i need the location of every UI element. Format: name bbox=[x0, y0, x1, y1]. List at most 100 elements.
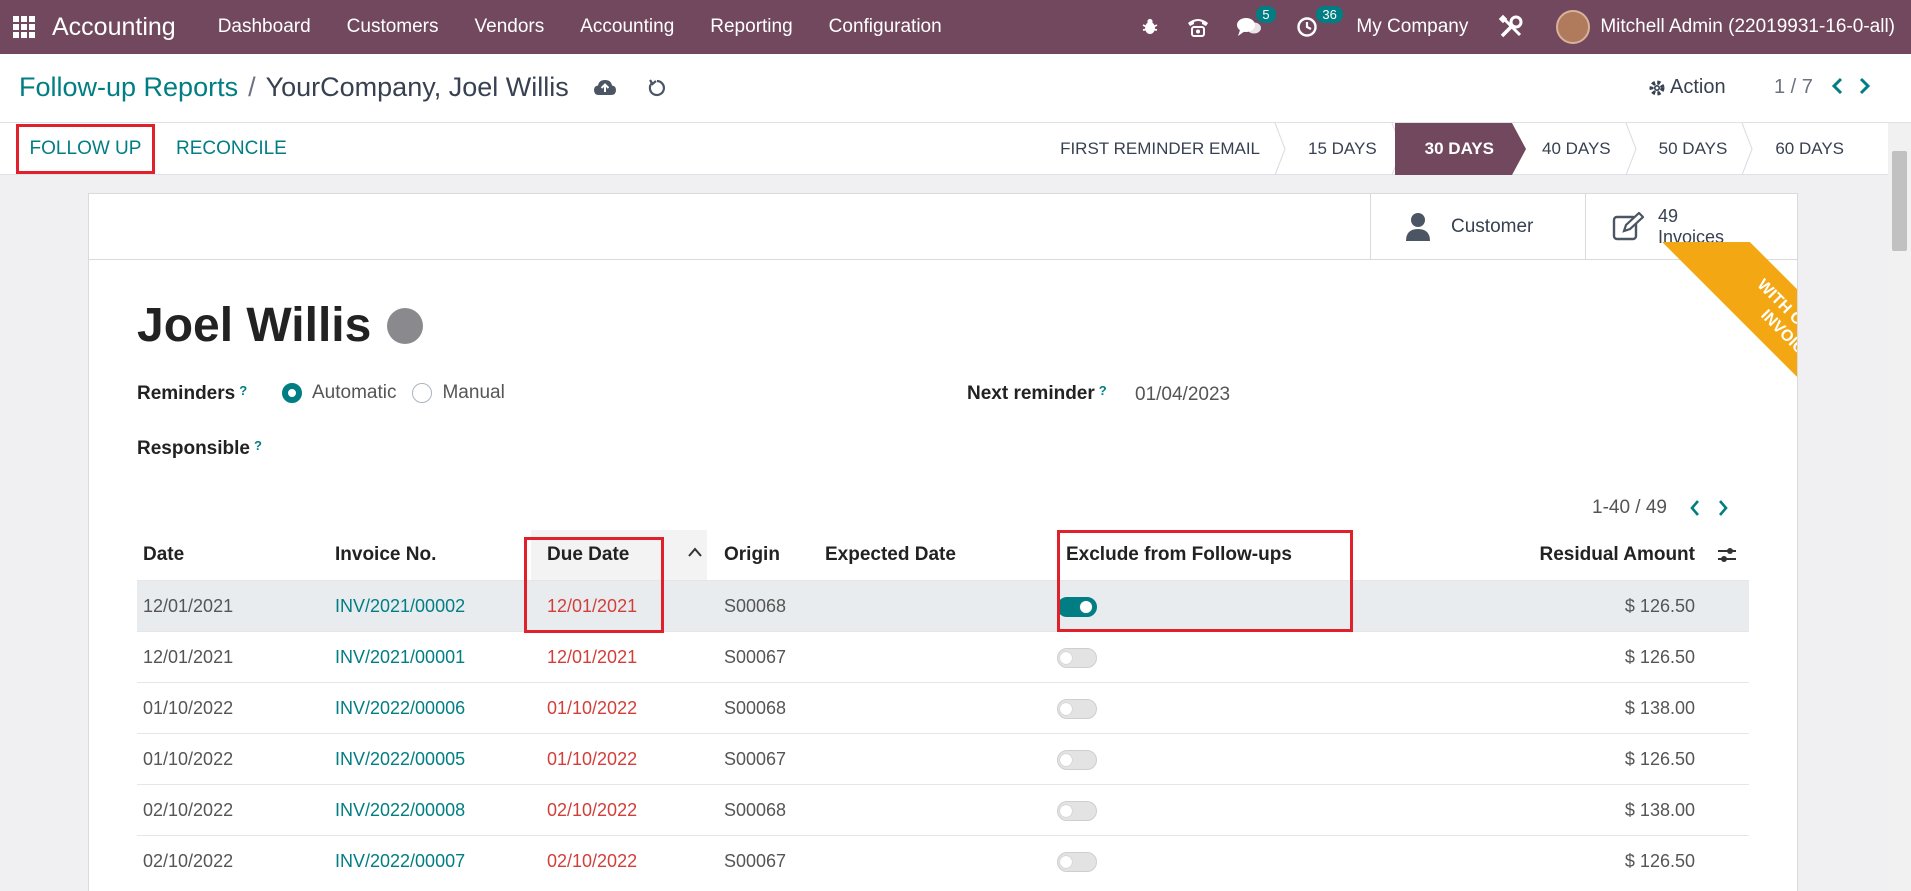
cell-due-date: 02/10/2022 bbox=[547, 800, 638, 820]
exclude-toggle[interactable] bbox=[1057, 699, 1097, 719]
cell-due-date: 12/01/2021 bbox=[547, 647, 638, 667]
cell-invoice-no[interactable]: INV/2022/00007 bbox=[335, 851, 465, 872]
breadcrumb-parent[interactable]: Follow-up Reports bbox=[19, 72, 238, 103]
cell-residual-amount: $ 138.00 bbox=[1624, 698, 1695, 718]
menu-vendors[interactable]: Vendors bbox=[475, 16, 545, 38]
cell-date: 02/10/2022 bbox=[143, 851, 234, 871]
invoices-smart-button[interactable]: 49 Invoices bbox=[1585, 194, 1797, 260]
user-avatar[interactable] bbox=[1556, 10, 1591, 44]
sort-asc-icon[interactable] bbox=[687, 542, 703, 564]
chevron-left-icon[interactable] bbox=[1689, 499, 1701, 517]
col-residual-amount[interactable]: Residual Amount bbox=[1539, 544, 1695, 566]
activities-icon[interactable]: 36 bbox=[1296, 6, 1343, 38]
table-header: Date Invoice No. Due Date Origin Expecte… bbox=[137, 530, 1749, 580]
help-tooltip-icon[interactable]: ? bbox=[1099, 383, 1107, 398]
action-label: Action bbox=[1670, 76, 1726, 98]
bug-icon[interactable] bbox=[1140, 17, 1160, 37]
customer-smart-button[interactable]: Customer bbox=[1370, 194, 1585, 260]
cell-invoice-no[interactable]: INV/2021/00001 bbox=[335, 647, 465, 668]
table-row[interactable]: 02/10/2022 INV/2022/00007 02/10/2022 S00067… bbox=[137, 835, 1749, 886]
record-pager[interactable]: 1 / 7 bbox=[1774, 76, 1813, 99]
responsible-label: Responsible? bbox=[137, 438, 262, 459]
ribbon-line-2: INVOICES bbox=[1757, 306, 1798, 373]
control-panel: Follow-up Reports / YourCompany, Joel Wi… bbox=[0, 54, 1911, 123]
exclude-toggle[interactable] bbox=[1057, 597, 1097, 617]
menu-reporting[interactable]: Reporting bbox=[710, 16, 792, 38]
table-row[interactable]: 01/10/2022 INV/2022/00006 01/10/2022 S00068… bbox=[137, 682, 1749, 733]
page-scrollbar[interactable] bbox=[1888, 123, 1911, 891]
cell-invoice-no[interactable]: INV/2022/00005 bbox=[335, 749, 465, 770]
chevron-left-icon[interactable] bbox=[1830, 76, 1844, 96]
menu-configuration[interactable]: Configuration bbox=[829, 16, 942, 38]
reminder-type-radio: Automatic Manual bbox=[282, 382, 521, 404]
partner-status-dot bbox=[387, 307, 424, 344]
stage-15-days[interactable]: 15 DAYS bbox=[1278, 123, 1403, 175]
col-exclude-followups[interactable]: Exclude from Follow-ups bbox=[1066, 544, 1292, 566]
action-menu-button[interactable]: Action bbox=[1648, 76, 1726, 99]
menu-dashboard[interactable]: Dashboard bbox=[218, 16, 311, 38]
messages-icon[interactable]: 5 bbox=[1236, 6, 1276, 38]
stage-first-reminder[interactable]: FIRST REMINDER EMAIL bbox=[1046, 123, 1286, 175]
company-switcher[interactable]: My Company bbox=[1356, 16, 1468, 38]
optional-columns-icon[interactable] bbox=[1717, 546, 1737, 570]
gear-icon bbox=[1648, 79, 1666, 97]
app-name[interactable]: Accounting bbox=[52, 13, 176, 42]
user-menu[interactable]: Mitchell Admin (22019931-16-0-all) bbox=[1600, 16, 1895, 38]
cell-origin: S00067 bbox=[724, 749, 787, 769]
stage-60-days[interactable]: 60 DAYS bbox=[1745, 123, 1888, 175]
cell-date: 12/01/2021 bbox=[143, 596, 234, 616]
chevron-right-icon[interactable] bbox=[1858, 76, 1872, 96]
smart-button-box: Customer 49 Invoices bbox=[89, 194, 1797, 260]
cell-origin: S00068 bbox=[724, 800, 787, 820]
exclude-toggle[interactable] bbox=[1057, 801, 1097, 821]
stage-40-days[interactable]: 40 DAYS bbox=[1512, 123, 1637, 175]
follow-up-button[interactable]: FOLLOW UP bbox=[16, 124, 155, 174]
chevron-right-icon[interactable] bbox=[1717, 499, 1729, 517]
tools-icon[interactable] bbox=[1498, 14, 1524, 40]
radio-manual-label[interactable]: Manual bbox=[442, 382, 504, 404]
col-due-date[interactable]: Due Date bbox=[547, 544, 629, 566]
col-date[interactable]: Date bbox=[143, 544, 184, 566]
help-tooltip-icon[interactable]: ? bbox=[254, 438, 262, 453]
customer-label: Customer bbox=[1451, 216, 1534, 237]
discard-icon[interactable] bbox=[647, 78, 667, 98]
radio-manual[interactable] bbox=[412, 383, 433, 403]
apps-menu-icon[interactable] bbox=[13, 16, 35, 38]
cell-date: 12/01/2021 bbox=[143, 647, 234, 667]
table-row[interactable]: 01/10/2022 INV/2022/00005 01/10/2022 S00067… bbox=[137, 733, 1749, 784]
followup-stages: FIRST REMINDER EMAIL 15 DAYS 30 DAYS 40 … bbox=[1046, 123, 1888, 175]
table-row[interactable]: 12/01/2021 INV/2021/00001 12/01/2021 S00067… bbox=[137, 631, 1749, 682]
radio-automatic-label[interactable]: Automatic bbox=[312, 382, 396, 404]
table-row[interactable]: 12/01/2021 INV/2021/00002 12/01/2021 S00068… bbox=[137, 580, 1749, 631]
list-pager-value[interactable]: 1-40 / 49 bbox=[1592, 497, 1667, 519]
radio-automatic[interactable] bbox=[282, 383, 302, 403]
cell-origin: S00068 bbox=[724, 596, 787, 616]
exclude-toggle[interactable] bbox=[1057, 750, 1097, 770]
next-reminder-field[interactable]: 01/04/2023 bbox=[1135, 384, 1230, 406]
phone-icon[interactable] bbox=[1186, 16, 1210, 38]
cell-invoice-no[interactable]: INV/2022/00006 bbox=[335, 698, 465, 719]
table-row[interactable]: 02/10/2022 INV/2022/00008 02/10/2022 S00068… bbox=[137, 784, 1749, 835]
exclude-toggle[interactable] bbox=[1057, 852, 1097, 872]
status-bar: FOLLOW UP RECONCILE FIRST REMINDER EMAIL… bbox=[0, 123, 1888, 175]
menu-customers[interactable]: Customers bbox=[347, 16, 439, 38]
col-origin[interactable]: Origin bbox=[724, 544, 780, 566]
col-invoice-no[interactable]: Invoice No. bbox=[335, 544, 436, 566]
list-pager: 1-40 / 49 bbox=[1592, 497, 1729, 519]
stage-50-days[interactable]: 50 DAYS bbox=[1629, 123, 1753, 175]
save-cloud-icon[interactable] bbox=[593, 78, 617, 98]
menu-accounting[interactable]: Accounting bbox=[580, 16, 674, 38]
cell-date: 01/10/2022 bbox=[143, 749, 234, 769]
cell-residual-amount: $ 126.50 bbox=[1624, 749, 1695, 769]
cell-invoice-no[interactable]: INV/2022/00008 bbox=[335, 800, 465, 821]
scrollbar-thumb[interactable] bbox=[1892, 151, 1907, 251]
stage-30-days[interactable]: 30 DAYS bbox=[1394, 123, 1526, 175]
cell-date: 02/10/2022 bbox=[143, 800, 234, 820]
exclude-toggle[interactable] bbox=[1057, 648, 1097, 668]
invoice-table: Date Invoice No. Due Date Origin Expecte… bbox=[137, 530, 1749, 886]
help-tooltip-icon[interactable]: ? bbox=[239, 383, 247, 398]
reminders-label: Reminders? bbox=[137, 383, 248, 404]
col-expected-date[interactable]: Expected Date bbox=[825, 544, 956, 566]
reconcile-button[interactable]: RECONCILE bbox=[176, 138, 287, 160]
cell-invoice-no[interactable]: INV/2021/00002 bbox=[335, 596, 465, 617]
